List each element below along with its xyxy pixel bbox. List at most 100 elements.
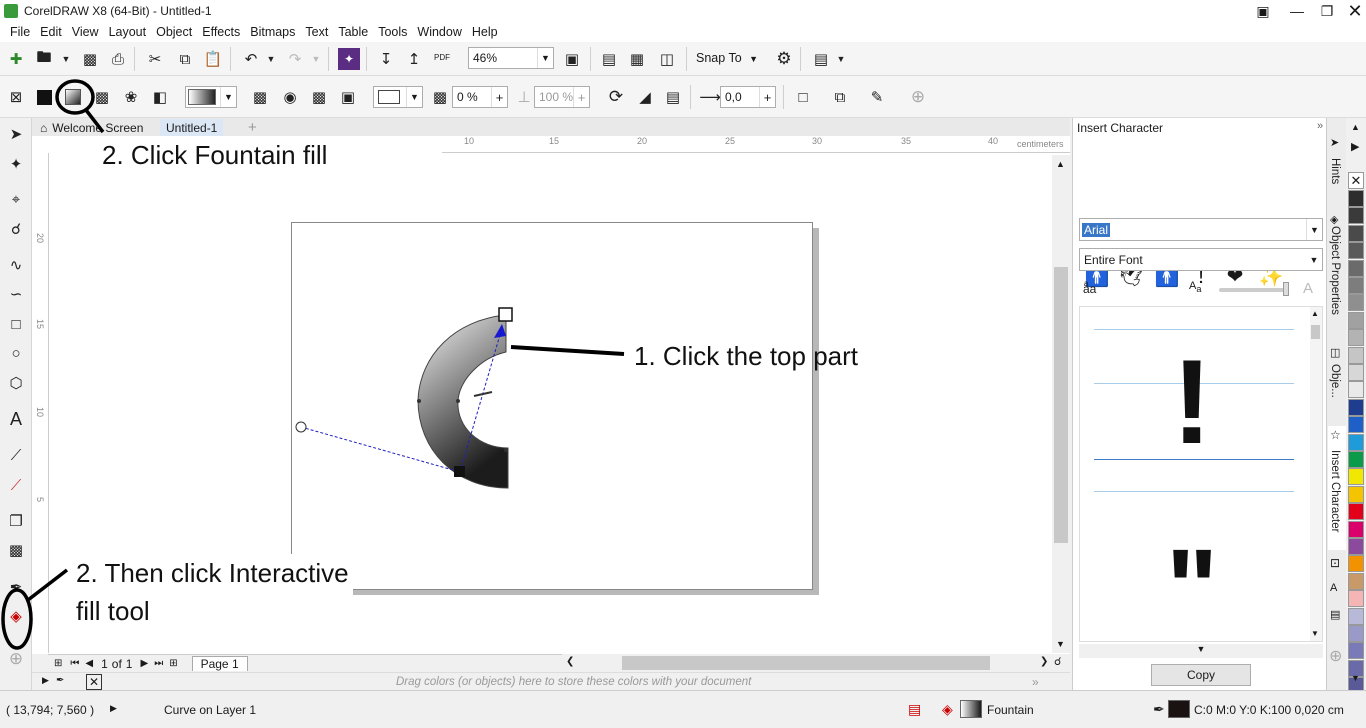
- show-grid-icon[interactable]: ▦: [626, 48, 648, 70]
- scroll-down-icon[interactable]: ▼: [1311, 629, 1319, 638]
- color-swatch[interactable]: [1348, 242, 1364, 260]
- open-dropdown-icon[interactable]: ▼: [55, 48, 77, 70]
- application-launcher-icon[interactable]: ▤: [810, 48, 832, 70]
- character-preview-list[interactable]: ! " ▲ ▼: [1079, 306, 1323, 642]
- color-swatch[interactable]: [1348, 224, 1364, 242]
- add-page-icon[interactable]: ⊞: [54, 658, 62, 669]
- scroll-down-icon[interactable]: ▼: [1056, 639, 1065, 649]
- plus-icon[interactable]: +: [759, 87, 775, 107]
- show-rulers-icon[interactable]: ▤: [598, 48, 620, 70]
- close-button[interactable]: ✕: [1338, 0, 1366, 22]
- fill-swatch[interactable]: [960, 700, 982, 718]
- color-swatch[interactable]: [1348, 572, 1364, 590]
- color-swatch[interactable]: [1348, 311, 1364, 329]
- parallel-dimension-icon[interactable]: ⟋: [5, 444, 27, 466]
- pick-tool-icon[interactable]: ➤: [5, 123, 27, 145]
- chevron-down-icon[interactable]: ▼: [537, 48, 553, 68]
- gear-icon[interactable]: ⚙: [773, 48, 795, 70]
- search-content-icon[interactable]: ✦: [338, 48, 360, 70]
- next-page-icon[interactable]: ▶: [140, 658, 148, 669]
- scroll-up-icon[interactable]: ▲: [1311, 309, 1319, 318]
- undo-dropdown-icon[interactable]: ▼: [260, 48, 282, 70]
- curve-object[interactable]: [280, 300, 540, 500]
- fill-end-node[interactable]: [498, 307, 513, 322]
- fill-start-node[interactable]: [454, 466, 465, 477]
- color-swatch[interactable]: [1348, 555, 1364, 573]
- tab-insert-character[interactable]: Insert Character: [1329, 450, 1341, 532]
- import-icon[interactable]: ↧: [375, 48, 397, 70]
- menu-object[interactable]: Object: [156, 25, 192, 39]
- chevron-down-icon[interactable]: ▼: [830, 48, 852, 70]
- scroll-right-icon[interactable]: »: [1032, 675, 1039, 689]
- tab-hints[interactable]: Hints: [1329, 158, 1341, 184]
- menu-effects[interactable]: Effects: [202, 25, 240, 39]
- repeat-fill-icon[interactable]: ◢: [634, 86, 656, 108]
- first-page-icon[interactable]: ⏮: [70, 658, 79, 669]
- chevron-down-icon[interactable]: ▼: [220, 87, 236, 107]
- menu-window[interactable]: Window: [417, 25, 461, 39]
- color-swatch[interactable]: [1348, 433, 1364, 451]
- tab-object-properties[interactable]: Object Properties: [1329, 226, 1341, 315]
- vector-pattern-fill-icon[interactable]: ▩: [91, 86, 113, 108]
- color-swatch[interactable]: [1348, 451, 1364, 468]
- color-swatch[interactable]: [1348, 329, 1364, 347]
- glyphs-icon[interactable]: A: [1330, 582, 1337, 594]
- objects-icon[interactable]: ◫: [1330, 346, 1340, 359]
- shape-tool-icon[interactable]: ✦: [5, 153, 27, 175]
- redo-dropdown-icon[interactable]: ▼: [305, 48, 327, 70]
- star-icon[interactable]: ☆: [1330, 428, 1341, 442]
- full-screen-preview-icon[interactable]: ▣: [561, 48, 583, 70]
- color-swatch[interactable]: [1348, 607, 1364, 625]
- show-guidelines-icon[interactable]: ◫: [656, 48, 678, 70]
- tab-welcome-screen[interactable]: ⌂ Welcome Screen: [34, 119, 149, 136]
- copy-fill-icon[interactable]: ⧉: [829, 86, 851, 108]
- fill-picker-dropdown[interactable]: ▼: [185, 86, 237, 108]
- menu-bitmaps[interactable]: Bitmaps: [250, 25, 295, 39]
- color-swatch[interactable]: [1348, 416, 1364, 434]
- conical-fountain-icon[interactable]: ▩: [308, 86, 330, 108]
- previous-page-icon[interactable]: ◀: [85, 658, 93, 669]
- menu-help[interactable]: Help: [472, 25, 498, 39]
- acceleration-field[interactable]: 0,0 +: [720, 86, 776, 108]
- copy-icon[interactable]: ⧉: [174, 48, 196, 70]
- color-swatch[interactable]: [1348, 485, 1364, 503]
- menu-file[interactable]: File: [10, 25, 30, 39]
- no-color-swatch[interactable]: ✕: [1348, 172, 1364, 189]
- chevron-down-icon[interactable]: ▼: [1306, 219, 1322, 240]
- freehand-tool-icon[interactable]: ∿: [5, 254, 27, 276]
- color-swatch[interactable]: [1348, 381, 1364, 399]
- linear-fountain-icon[interactable]: ▩: [249, 86, 271, 108]
- undo-icon[interactable]: ↶: [240, 48, 262, 70]
- node-transparency-field[interactable]: 0 % +: [452, 86, 508, 108]
- menu-table[interactable]: Table: [338, 25, 368, 39]
- size-slider-track[interactable]: [1219, 288, 1287, 292]
- node-position-field[interactable]: 100 % +: [534, 86, 590, 108]
- tab-untitled-1[interactable]: Untitled-1: [160, 119, 224, 136]
- user-icon[interactable]: ▣: [1246, 0, 1280, 22]
- ellipse-tool-icon[interactable]: ○: [5, 342, 27, 364]
- two-color-pattern-fill-icon[interactable]: ◧: [149, 86, 171, 108]
- scroll-down-icon[interactable]: ▼: [1351, 673, 1360, 683]
- page-tab[interactable]: Page 1: [191, 656, 248, 671]
- palette-options-icon[interactable]: ▶: [42, 675, 49, 686]
- size-slider-thumb[interactable]: [1283, 282, 1289, 296]
- color-swatch[interactable]: [1348, 207, 1364, 225]
- eyedropper-icon[interactable]: ✒: [5, 576, 27, 598]
- plus-icon[interactable]: +: [573, 87, 589, 107]
- new-tab-icon[interactable]: +: [242, 119, 263, 136]
- chevron-down-icon[interactable]: ▼: [406, 87, 422, 107]
- rectangle-tool-icon[interactable]: □: [5, 313, 27, 335]
- smooth-blend-icon[interactable]: ▤: [662, 86, 684, 108]
- zoom-level-field[interactable]: 46% ▼: [468, 47, 554, 69]
- export-icon[interactable]: ↥: [403, 48, 425, 70]
- color-swatch[interactable]: [1348, 520, 1364, 538]
- rectangular-fountain-icon[interactable]: ▣: [337, 86, 359, 108]
- vertical-scrollbar[interactable]: ▲ ▼: [1052, 155, 1070, 653]
- play-icon[interactable]: ▶: [110, 703, 117, 714]
- drop-shadow-icon[interactable]: ❐: [5, 510, 27, 532]
- color-swatch[interactable]: [1348, 398, 1364, 416]
- cut-icon[interactable]: ✂: [144, 48, 166, 70]
- scroll-thumb[interactable]: [622, 656, 990, 670]
- fountain-fill-icon[interactable]: [62, 86, 84, 108]
- save-icon[interactable]: ▩: [79, 48, 101, 70]
